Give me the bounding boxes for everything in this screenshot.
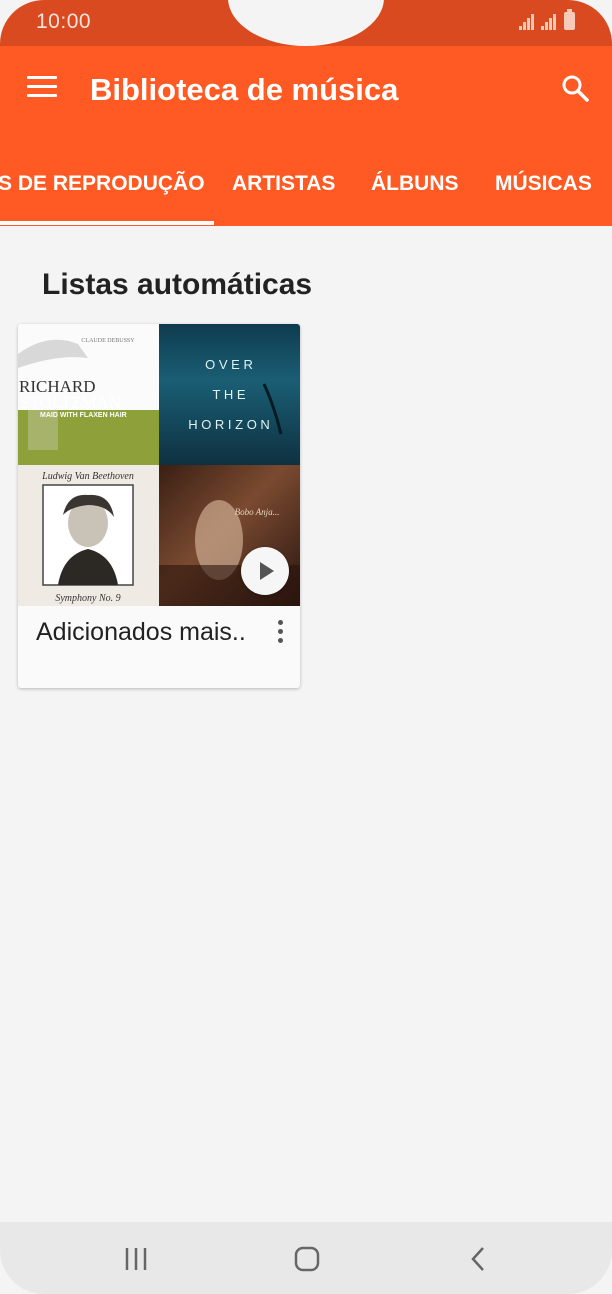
cover3-composer: Ludwig Van Beethoven (41, 471, 134, 482)
tab-artists[interactable]: ARTISTAS (232, 172, 335, 196)
cover1-composer: CLAUDE DEBUSSY (81, 338, 135, 344)
cover-art-1: CLAUDE DEBUSSY RICHARD STOLTZMAN MAID WI… (18, 324, 159, 465)
recents-icon[interactable] (117, 1244, 157, 1274)
play-button[interactable] (241, 547, 289, 595)
playlist-card[interactable]: CLAUDE DEBUSSY RICHARD STOLTZMAN MAID WI… (18, 324, 300, 688)
signal-icon-1 (519, 14, 535, 30)
tab-songs[interactable]: MÚSICAS (495, 172, 592, 196)
album-cover-stoltzman: CLAUDE DEBUSSY RICHARD STOLTZMAN MAID WI… (18, 324, 159, 465)
cover1-artist-line2: STOLTZMAN (20, 393, 121, 412)
section-title: Listas automáticas (42, 268, 313, 301)
back-icon[interactable] (458, 1244, 498, 1274)
cover3-work: Symphony No. 9 (55, 593, 120, 604)
tab-bar: S DE REPRODUÇÃO ARTISTAS ÁLBUNS MÚSICAS (0, 158, 612, 226)
cover2-line1: O V E R (205, 357, 253, 372)
playlist-label: Adicionados mais.. (36, 618, 246, 646)
tab-playlists[interactable]: S DE REPRODUÇÃO (0, 172, 205, 196)
tab-albums[interactable]: ÁLBUNS (371, 172, 459, 196)
system-nav-bar (0, 1222, 612, 1294)
search-icon[interactable] (561, 74, 589, 102)
battery-icon (564, 9, 575, 30)
menu-icon[interactable] (27, 76, 57, 98)
cover1-subtitle: MAID WITH FLAXEN HAIR (40, 412, 127, 419)
tab-indicator (0, 221, 214, 225)
album-cover-horizon: O V E R T H E H O R I Z O N (159, 324, 300, 465)
more-vert-icon[interactable] (276, 620, 286, 646)
phone-screen: 10:00 Biblioteca de música S DE REPRODUÇ… (0, 0, 612, 1294)
album-cover-beethoven: Ludwig Van Beethoven Symphony No. 9 (18, 465, 159, 606)
signal-icon-2 (541, 14, 557, 30)
cover-art-2: O V E R T H E H O R I Z O N (188, 357, 283, 435)
cover2-line2: T H E (213, 387, 246, 402)
cover4-text: Bobo Anja... (235, 507, 280, 517)
status-time: 10:00 (36, 10, 92, 33)
page-title: Biblioteca de música (90, 72, 399, 107)
cover2-line3: H O R I Z O N (188, 417, 270, 432)
home-icon[interactable] (287, 1244, 327, 1274)
cover-art-3: Ludwig Van Beethoven Symphony No. 9 (41, 471, 134, 604)
